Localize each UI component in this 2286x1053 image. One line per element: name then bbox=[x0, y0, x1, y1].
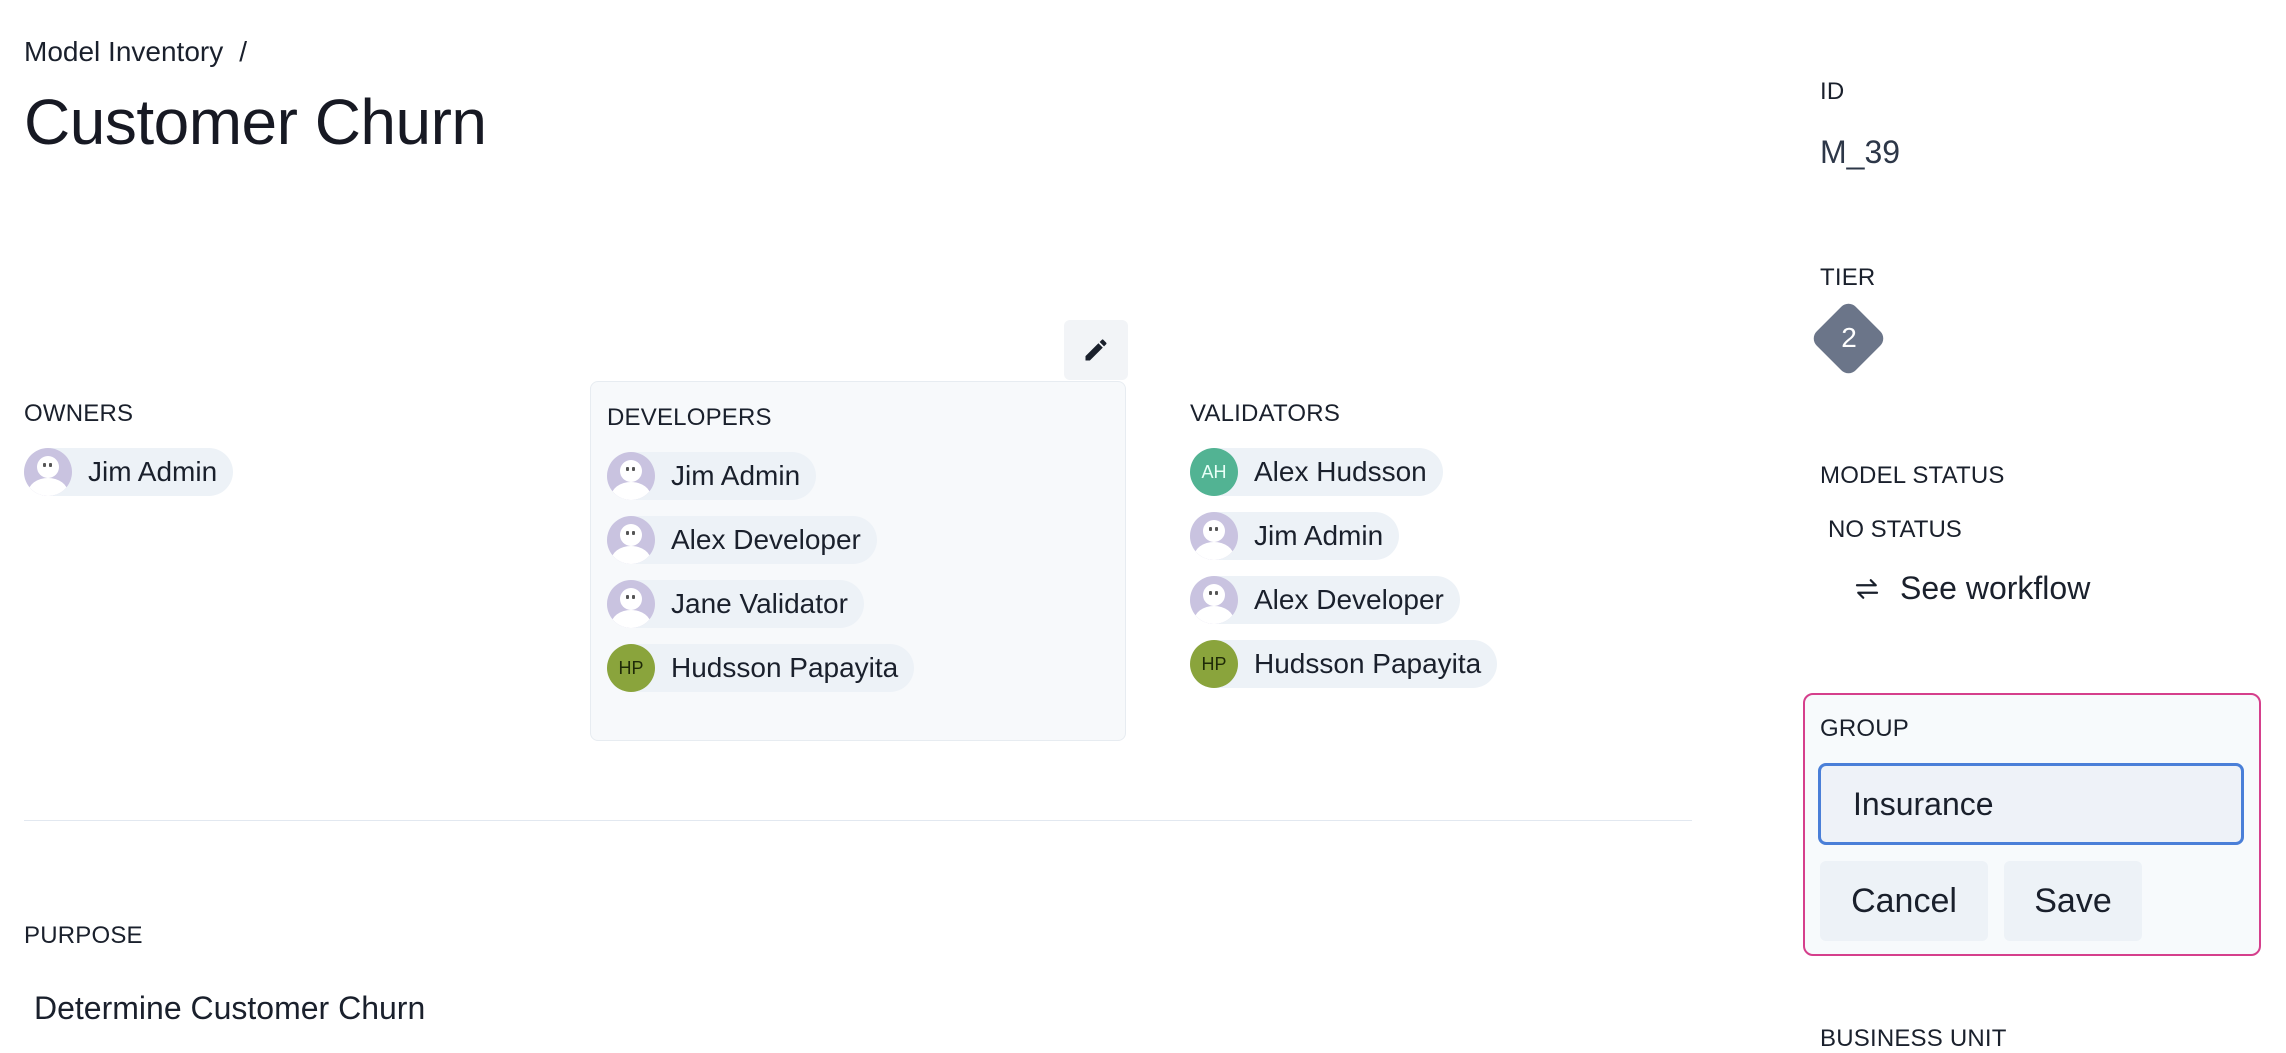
validator-name: Alex Developer bbox=[1254, 584, 1444, 615]
breadcrumb-link-model-inventory[interactable]: Model Inventory bbox=[24, 36, 223, 68]
breadcrumb: Model Inventory / bbox=[24, 36, 247, 68]
validator-chip[interactable]: Alex Developer bbox=[1190, 576, 1460, 624]
validator-name: Hudsson Papayita bbox=[1254, 648, 1482, 679]
group-label: GROUP bbox=[1820, 715, 1910, 742]
see-workflow-link[interactable]: See workflow bbox=[1852, 570, 2090, 607]
avatar bbox=[1190, 512, 1238, 560]
edit-button[interactable] bbox=[1064, 320, 1128, 380]
validators-label: VALIDATORS bbox=[1190, 400, 1341, 427]
developer-name: Alex Developer bbox=[671, 524, 861, 555]
developer-chip[interactable]: Alex Developer bbox=[607, 516, 877, 564]
purpose-label: PURPOSE bbox=[24, 922, 143, 949]
avatar bbox=[1190, 576, 1238, 624]
avatar: AH bbox=[1190, 448, 1238, 496]
see-workflow-label: See workflow bbox=[1900, 570, 2091, 606]
developers-label: DEVELOPERS bbox=[607, 404, 772, 431]
owners-label: OWNERS bbox=[24, 400, 134, 427]
developers-section: DEVELOPERS Jim Admin Alex Developer Jane… bbox=[590, 381, 1126, 741]
avatar bbox=[607, 452, 655, 500]
breadcrumb-separator: / bbox=[239, 36, 247, 67]
developer-chip[interactable]: HP Hudsson Papayita bbox=[607, 644, 915, 692]
cancel-button[interactable]: Cancel bbox=[1820, 861, 1988, 941]
save-button[interactable]: Save bbox=[2004, 861, 2142, 941]
validator-chip[interactable]: Jim Admin bbox=[1190, 512, 1400, 560]
developer-name: Hudsson Papayita bbox=[671, 652, 899, 683]
developer-name: Jim Admin bbox=[671, 460, 801, 491]
avatar bbox=[24, 448, 72, 496]
validator-name: Alex Hudsson bbox=[1254, 456, 1427, 487]
owners-section: OWNERS Jim Admin bbox=[24, 400, 234, 512]
page-title: Customer Churn bbox=[24, 86, 487, 158]
section-divider bbox=[24, 820, 1692, 821]
arrows-swap-icon bbox=[1855, 578, 1879, 599]
validator-chip[interactable]: AH Alex Hudsson bbox=[1190, 448, 1443, 496]
business-unit-label: BUSINESS UNIT bbox=[1820, 1025, 2007, 1052]
id-label: ID bbox=[1820, 78, 1845, 105]
validator-name: Jim Admin bbox=[1254, 520, 1384, 551]
validator-chip[interactable]: HP Hudsson Papayita bbox=[1190, 640, 1498, 688]
group-input[interactable] bbox=[1818, 763, 2244, 845]
id-value: M_39 bbox=[1820, 134, 1901, 170]
developer-name: Jane Validator bbox=[671, 588, 848, 619]
owner-name: Jim Admin bbox=[88, 456, 218, 487]
developer-chip[interactable]: Jane Validator bbox=[607, 580, 864, 628]
tier-label: TIER bbox=[1820, 264, 1876, 291]
avatar bbox=[607, 580, 655, 628]
avatar: HP bbox=[1190, 640, 1238, 688]
model-status-value: NO STATUS bbox=[1828, 516, 1962, 543]
model-status-label: MODEL STATUS bbox=[1820, 462, 2005, 489]
tier-value: 2 bbox=[1841, 322, 1857, 353]
avatar: HP bbox=[607, 644, 655, 692]
developer-chip[interactable]: Jim Admin bbox=[607, 452, 817, 500]
purpose-text[interactable]: Determine Customer Churn bbox=[34, 990, 425, 1027]
avatar bbox=[607, 516, 655, 564]
pencil-icon bbox=[1085, 339, 1107, 361]
owner-chip[interactable]: Jim Admin bbox=[24, 448, 234, 496]
validators-section: VALIDATORS AH Alex Hudsson Jim Admin Ale… bbox=[1190, 400, 1498, 704]
